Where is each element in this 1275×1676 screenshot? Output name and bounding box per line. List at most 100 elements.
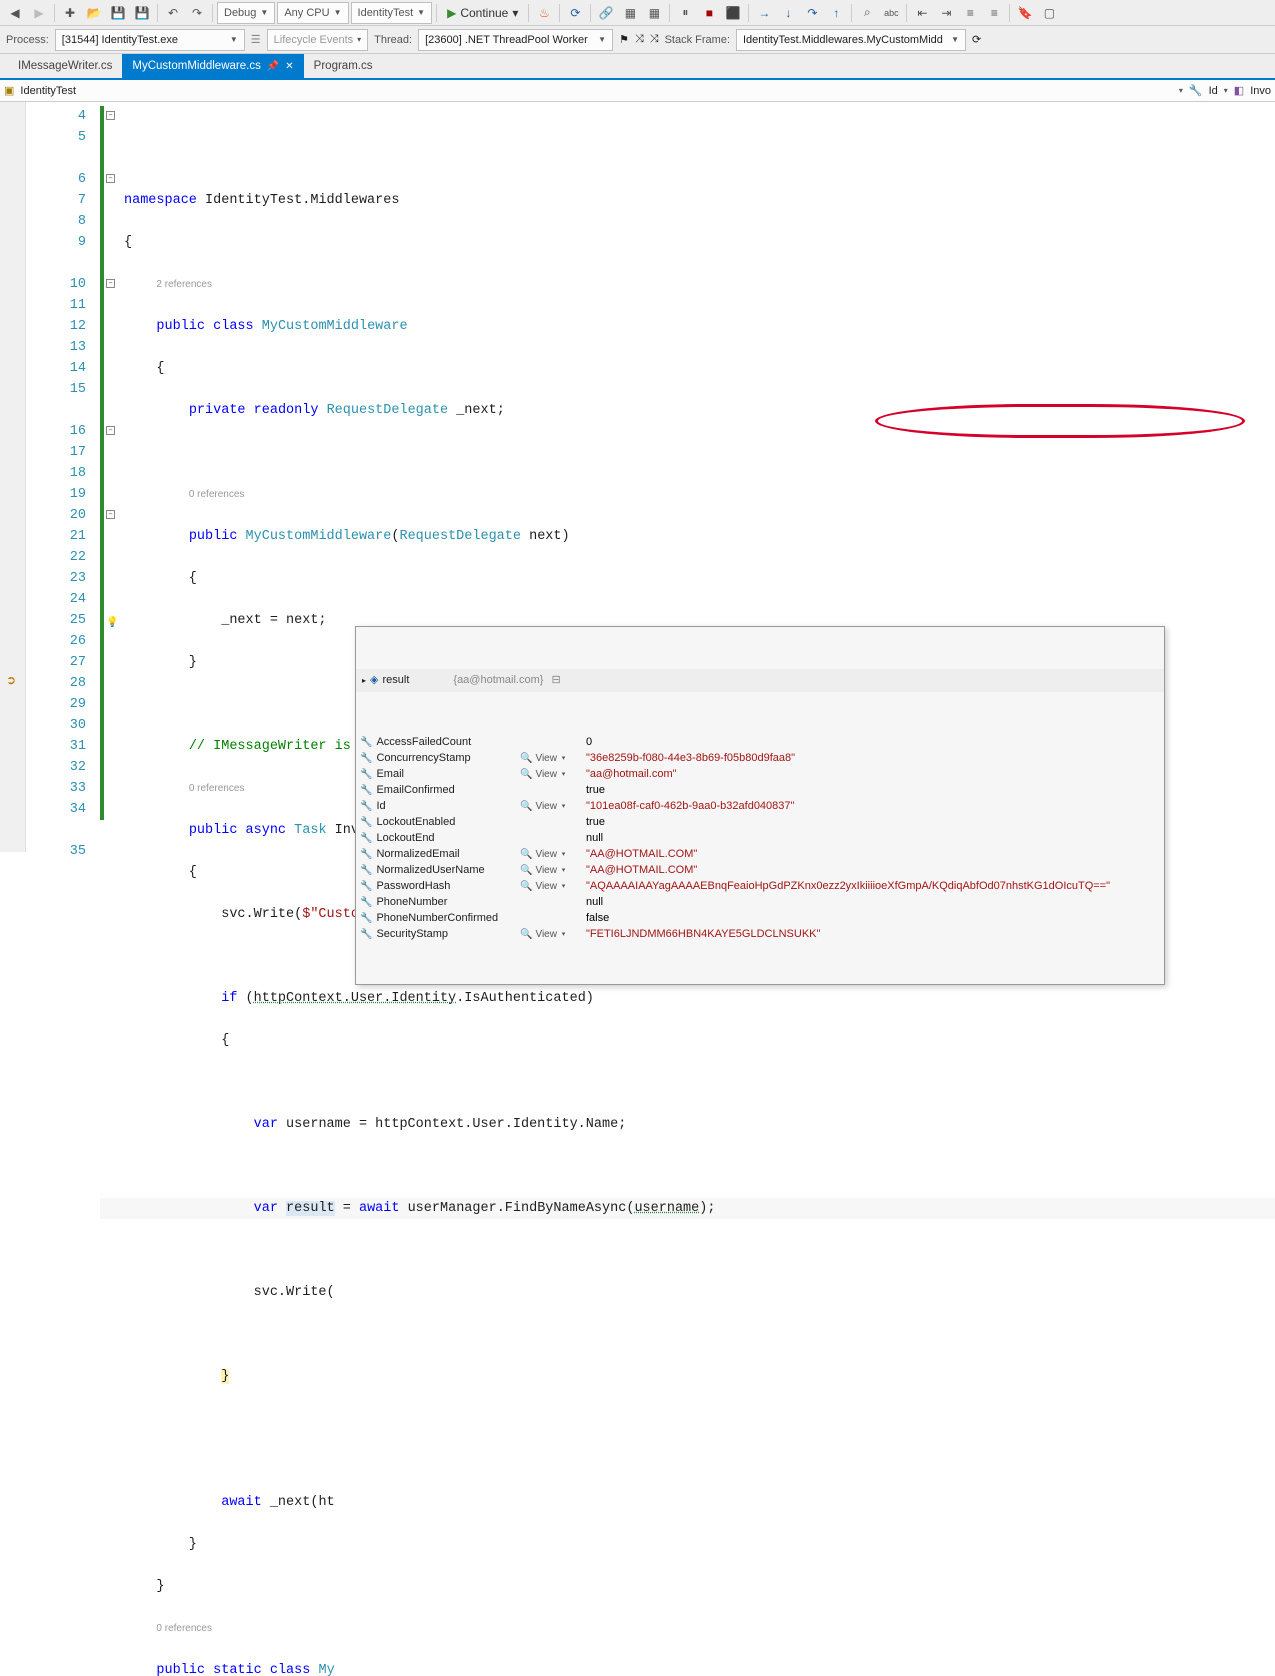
startup-dropdown[interactable]: IdentityTest▼ <box>351 2 433 24</box>
step-into-icon[interactable]: ↓ <box>777 2 799 24</box>
nav-back-icon[interactable]: ◀ <box>4 2 26 24</box>
datatip-prop-value: "FETI6LJNDMM66HBN4KAYE5GLDCLNSUKK" <box>586 924 820 945</box>
bookmark-icon[interactable]: 🔖 <box>1014 2 1036 24</box>
fold-toggle-icon[interactable]: – <box>106 426 115 435</box>
change-bar <box>100 106 104 820</box>
datatip-prop-name: SecurityStamp <box>376 924 448 945</box>
expand-icon[interactable]: ▸ <box>362 670 366 691</box>
new-item-icon[interactable]: ✚ <box>59 2 81 24</box>
chevron-down-icon: ▼ <box>598 35 606 44</box>
magnifier-icon[interactable]: 🔍 <box>520 929 532 940</box>
fold-toggle-icon[interactable]: – <box>106 279 115 288</box>
stackframe-dropdown[interactable]: IdentityTest.Middlewares.MyCustomMidd▼ <box>736 29 966 51</box>
stack-refresh-icon[interactable]: ⟳ <box>972 33 981 46</box>
method-icon: ◧ <box>1234 84 1244 97</box>
stackframe-label: Stack Frame: <box>665 34 730 46</box>
pin-icon[interactable]: 📌 <box>267 61 279 72</box>
stop-icon[interactable]: ■ <box>698 2 720 24</box>
debug-datatip[interactable]: ▸ ◈ result {aa@hotmail.com} ⊟ 🔧AccessFai… <box>355 626 1165 985</box>
process-dropdown[interactable]: [31544] IdentityTest.exe▼ <box>55 29 245 51</box>
undo-icon[interactable]: ↶ <box>162 2 184 24</box>
view-dropdown[interactable]: View ▾ <box>535 924 565 945</box>
code-area[interactable]: – – – – – namespace IdentityTest.Middlew… <box>100 102 1275 852</box>
config-dropdown[interactable]: Debug▼ <box>217 2 275 24</box>
redo-icon[interactable]: ↷ <box>186 2 208 24</box>
codelens-refs[interactable]: 0 references <box>189 783 245 794</box>
close-icon[interactable]: ✕ <box>285 61 293 72</box>
thread-dropdown[interactable]: [23600] .NET ThreadPool Worker▼ <box>418 29 613 51</box>
namespace-icon: ▣ <box>4 84 14 97</box>
view-dropdown[interactable]: View ▾ <box>535 796 565 817</box>
code-editor[interactable]: ➲ 45678910111213141516171819202122232425… <box>0 102 1275 852</box>
abc-icon[interactable]: abc <box>880 2 902 24</box>
chevron-down-icon: ▼ <box>334 8 342 17</box>
breakpoint-arrow-icon[interactable]: ➲ <box>6 673 20 687</box>
wrench-icon: 🔧 <box>1189 84 1203 97</box>
nav-member[interactable]: Id <box>1209 85 1218 97</box>
fold-toggle-icon[interactable]: – <box>106 111 115 120</box>
lifecycle-dropdown[interactable]: Lifecycle Events▾ <box>267 29 369 51</box>
local-var-icon: ◈ <box>370 670 378 691</box>
open-icon[interactable]: 📂 <box>83 2 105 24</box>
datatip-prop-value: "101ea08f-caf0-462b-9aa0-b32afd040837" <box>586 796 794 817</box>
threads-icon[interactable]: ⤨ <box>635 33 644 46</box>
view-dropdown[interactable]: View ▾ <box>535 764 565 785</box>
tab-imessagewriter[interactable]: IMessageWriter.cs <box>8 54 122 78</box>
browser-link-icon[interactable]: 🔗 <box>595 2 617 24</box>
continue-button[interactable]: ▶Continue▾ <box>441 2 524 24</box>
tab-mycustommiddleware[interactable]: MyCustomMiddleware.cs 📌 ✕ <box>122 54 303 78</box>
chevron-down-icon: ▼ <box>417 8 425 17</box>
hot-reload-icon[interactable]: ♨ <box>533 2 555 24</box>
view-dropdown[interactable]: View ▾ <box>535 876 565 897</box>
dbg-icon3[interactable]: ▦ <box>643 2 665 24</box>
dbg-icon2[interactable]: ▦ <box>619 2 641 24</box>
chevron-down-icon[interactable]: ▾ <box>1179 86 1183 95</box>
thread-label: Thread: <box>374 34 412 46</box>
magnifier-icon[interactable]: 🔍 <box>520 753 532 764</box>
codelens-refs[interactable]: 0 references <box>156 1623 212 1634</box>
pin-icon[interactable]: ⊟ <box>551 670 560 691</box>
nav-right[interactable]: Invo <box>1250 85 1271 97</box>
save-all-icon[interactable]: 💾 <box>131 2 153 24</box>
magnifier-icon[interactable]: 🔍 <box>520 801 532 812</box>
datatip-varname: result <box>382 670 409 691</box>
wrench-icon: 🔧 <box>360 924 372 945</box>
stop-all-icon[interactable]: ⬛ <box>722 2 744 24</box>
pause-icon[interactable]: ⏸ <box>674 2 696 24</box>
tab-program[interactable]: Program.cs <box>304 54 383 78</box>
step-over-icon[interactable]: ↷ <box>801 2 823 24</box>
save-icon[interactable]: 💾 <box>107 2 129 24</box>
uncomment-icon[interactable]: ≡ <box>983 2 1005 24</box>
indent-left-icon[interactable]: ⇤ <box>911 2 933 24</box>
indent-right-icon[interactable]: ⇥ <box>935 2 957 24</box>
lifecycle-icon[interactable]: ☰ <box>251 33 261 46</box>
step-out-icon[interactable]: ↑ <box>825 2 847 24</box>
codelens-refs[interactable]: 2 references <box>156 279 212 290</box>
chevron-down-icon: ▼ <box>951 35 959 44</box>
breakpoint-gutter[interactable]: ➲ <box>0 102 26 852</box>
step-next-icon[interactable]: → <box>753 2 775 24</box>
comment-icon[interactable]: ≡ <box>959 2 981 24</box>
find-icon[interactable]: ⌕ <box>856 2 878 24</box>
chevron-down-icon[interactable]: ▾ <box>1224 86 1228 95</box>
platform-dropdown[interactable]: Any CPU▼ <box>277 2 348 24</box>
nav-namespace[interactable]: IdentityTest <box>20 85 76 97</box>
magnifier-icon[interactable]: 🔍 <box>520 865 532 876</box>
editor-tabs: IMessageWriter.cs MyCustomMiddleware.cs … <box>0 54 1275 80</box>
line-numbers: 45678910111213141516171819202122232425💡2… <box>26 102 100 852</box>
restart-icon[interactable]: ⟳ <box>564 2 586 24</box>
fold-toggle-icon[interactable]: – <box>106 510 115 519</box>
nav-fwd-icon[interactable]: ▶ <box>28 2 50 24</box>
codelens-refs[interactable]: 0 references <box>189 489 245 500</box>
flag-icon[interactable]: ⚑ <box>619 33 629 46</box>
magnifier-icon[interactable]: 🔍 <box>520 881 532 892</box>
threads2-icon[interactable]: ⤨ <box>650 33 659 46</box>
chevron-down-icon: ▾ <box>512 6 518 20</box>
magnifier-icon[interactable]: 🔍 <box>520 849 532 860</box>
fold-toggle-icon[interactable]: – <box>106 174 115 183</box>
datatip-prop-row[interactable]: 🔧SecurityStamp 🔍View ▾ "FETI6LJNDMM66HBN4K… <box>356 926 1164 942</box>
bookmark-next-icon[interactable]: ▢ <box>1038 2 1060 24</box>
chevron-down-icon: ▼ <box>260 8 268 17</box>
chevron-down-icon: ▾ <box>357 35 361 44</box>
magnifier-icon[interactable]: 🔍 <box>520 769 532 780</box>
